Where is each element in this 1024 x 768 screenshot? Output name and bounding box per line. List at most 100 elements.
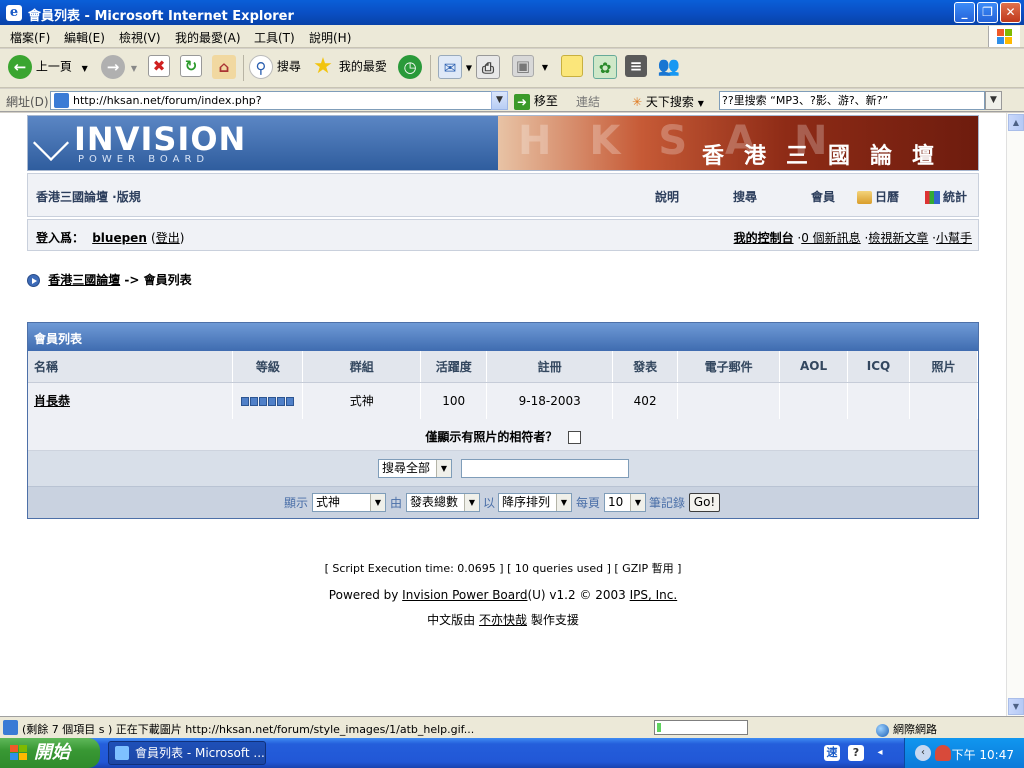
execution-stats: [ Script Execution time: 0.0695 ] [ 10 q… (324, 562, 682, 575)
stop-icon: ✖ (148, 55, 170, 77)
history-button[interactable]: ◷ (398, 55, 422, 81)
refresh-button[interactable]: ↻ (180, 55, 202, 81)
tian-dropdown-icon: ▼ (697, 99, 704, 108)
edit-dropdown-icon[interactable]: ▼ (542, 63, 548, 72)
taskbar-ie-window[interactable]: 會員列表 - Microsoft ... (108, 741, 266, 765)
chevron-down-icon: ▼ (370, 494, 385, 511)
member-rank-cell (232, 382, 304, 420)
forum-banner: H K S A N 香港三國論壇 (498, 116, 978, 170)
home-button[interactable]: ⌂ (212, 55, 236, 81)
search-scope-select[interactable]: 搜尋全部 ▼ (378, 459, 452, 478)
start-button[interactable]: 開始 (0, 738, 100, 768)
tray-arrow-icon[interactable]: ‹ (915, 745, 931, 761)
scroll-down-button[interactable]: ▼ (1008, 698, 1024, 715)
sort-order-select[interactable]: 降序排列 ▼ (498, 493, 572, 512)
forum-home-link[interactable]: 香港三國論壇 ·版規 (36, 188, 141, 205)
research-button[interactable]: ≡ (625, 55, 647, 81)
forward-arrow-icon: → (101, 55, 125, 79)
sort-go-button[interactable]: Go! (689, 493, 720, 512)
favorites-label: 我的最愛 (338, 59, 387, 74)
tray-expand-icon[interactable]: ◂ (872, 745, 888, 761)
nav-calendar[interactable]: 日曆 (857, 188, 899, 205)
chevron-down-icon: ▼ (990, 95, 997, 105)
stop-button[interactable]: ✖ (148, 55, 170, 81)
icq-button[interactable]: ✿ (593, 55, 617, 81)
security-zone[interactable]: 網際網路 (876, 721, 937, 737)
security-shield-icon[interactable] (935, 745, 951, 761)
menu-view[interactable]: 檢視(V) (119, 29, 161, 46)
rank-pip-icon (240, 396, 249, 406)
favorites-button[interactable]: ★ 我的最愛 (311, 55, 387, 81)
forward-dropdown-icon[interactable]: ▼ (131, 64, 137, 73)
per-page-select[interactable]: 10 ▼ (604, 493, 646, 512)
member-search-input[interactable] (461, 459, 629, 478)
mail-dropdown-icon[interactable]: ▼ (466, 64, 472, 73)
breadcrumb-separator: -> (124, 273, 140, 287)
taskbar-task-label: 會員列表 - Microsoft ... (135, 746, 265, 760)
close-button[interactable]: ✕ (1000, 2, 1021, 23)
chevron-down-icon: ▼ (436, 460, 451, 477)
scroll-up-button[interactable]: ▲ (1008, 114, 1024, 131)
close-icon: ✕ (1005, 5, 1016, 19)
print-button[interactable]: ⎙ (476, 55, 500, 81)
rank-pip-icon (285, 396, 294, 406)
my-control-panel-link[interactable]: 我的控制台 (734, 231, 794, 245)
menu-favorites[interactable]: 我的最愛(A) (175, 29, 241, 46)
tian-search-button[interactable]: ✳ 天下搜索 ▼ (632, 93, 704, 110)
member-name-link[interactable]: 肖長恭 (34, 394, 70, 408)
assistant-link[interactable]: 小幫手 (936, 231, 972, 245)
clock[interactable]: 下午 10:47 (952, 746, 1014, 763)
sort-field-select[interactable]: 發表總數 ▼ (406, 493, 480, 512)
title-bar[interactable]: e 會員列表 - Microsoft Internet Explorer _ ❐… (0, 0, 1024, 25)
minimize-button[interactable]: _ (954, 2, 975, 23)
address-dropdown-button[interactable]: ▼ (491, 91, 508, 110)
go-button[interactable]: ➜ 移至 (514, 92, 558, 110)
toolbar-search-input[interactable]: ??里搜索 “MP3、?影、游?、新?” (719, 91, 985, 110)
sort-field-value: 發表總數 (410, 495, 459, 509)
ips-link[interactable]: IPS, Inc. (630, 588, 678, 602)
menu-tools[interactable]: 工具(T) (254, 29, 295, 46)
back-dropdown-icon[interactable]: ▼ (82, 64, 88, 73)
toolbar-search-text: ??里搜索 “MP3、?影、游?、新?” (722, 94, 889, 107)
forward-button[interactable]: → ▼ (101, 55, 137, 81)
group-filter-select[interactable]: 式神 ▼ (312, 493, 386, 512)
nav-search[interactable]: 搜尋 (733, 188, 757, 205)
search-label: 搜尋 (276, 59, 301, 74)
mail-button[interactable]: ✉ ▼ (438, 55, 472, 81)
powered-prefix: Powered by (328, 588, 403, 602)
photo-only-checkbox[interactable] (567, 431, 581, 444)
menu-edit[interactable]: 編輯(E) (64, 29, 105, 46)
logout-link[interactable]: 登出 (156, 231, 180, 245)
username-link[interactable]: bluepen (92, 231, 147, 245)
nav-help[interactable]: 說明 (655, 188, 679, 205)
help-icon[interactable]: ? (848, 745, 864, 761)
edit-button[interactable]: ▣ ▼ (512, 55, 548, 81)
forum-logo-banner[interactable]: INVISION POWER BOARD H K S A N 香港三國論壇 (27, 115, 979, 171)
maximize-button[interactable]: ❐ (977, 2, 998, 23)
translator-link[interactable]: 不亦快哉 (479, 613, 527, 627)
ie-icon: e (6, 5, 22, 21)
nav-members[interactable]: 會員 (811, 188, 835, 205)
windows-flag-icon (997, 29, 1013, 45)
new-messages-link[interactable]: 0 個新訊息 (801, 231, 860, 245)
view-new-posts-link[interactable]: 檢視新文章 (868, 231, 928, 245)
breadcrumb-root-link[interactable]: 香港三國論壇 (48, 273, 120, 287)
col-aol: AOL (779, 351, 849, 383)
address-bar: 網址(D) http://hksan.net/forum/index.php? … (0, 89, 1024, 112)
address-input[interactable]: http://hksan.net/forum/index.php? (50, 91, 508, 110)
maximize-icon: ❐ (982, 5, 993, 19)
messenger-button[interactable]: 👥 (657, 55, 681, 81)
vertical-scrollbar[interactable]: ▲ ▼ (1006, 113, 1024, 716)
invision-link[interactable]: Invision Power Board (402, 588, 527, 602)
links-label[interactable]: 連結 (576, 93, 600, 110)
nav-calendar-label: 日曆 (875, 190, 900, 204)
discuss-button[interactable] (561, 55, 583, 81)
back-button[interactable]: ← 上一頁 ▼ (8, 55, 88, 81)
search-button[interactable]: ⚲ 搜尋 (249, 55, 301, 81)
toolbar-search-dropdown[interactable]: ▼ (985, 91, 1002, 110)
ime-icon[interactable]: 速 (824, 745, 840, 761)
nav-stats[interactable]: 統計 (925, 188, 967, 205)
menu-help[interactable]: 說明(H) (309, 29, 351, 46)
go-arrow-icon: ➜ (514, 93, 530, 110)
menu-file[interactable]: 檔案(F) (10, 29, 50, 46)
